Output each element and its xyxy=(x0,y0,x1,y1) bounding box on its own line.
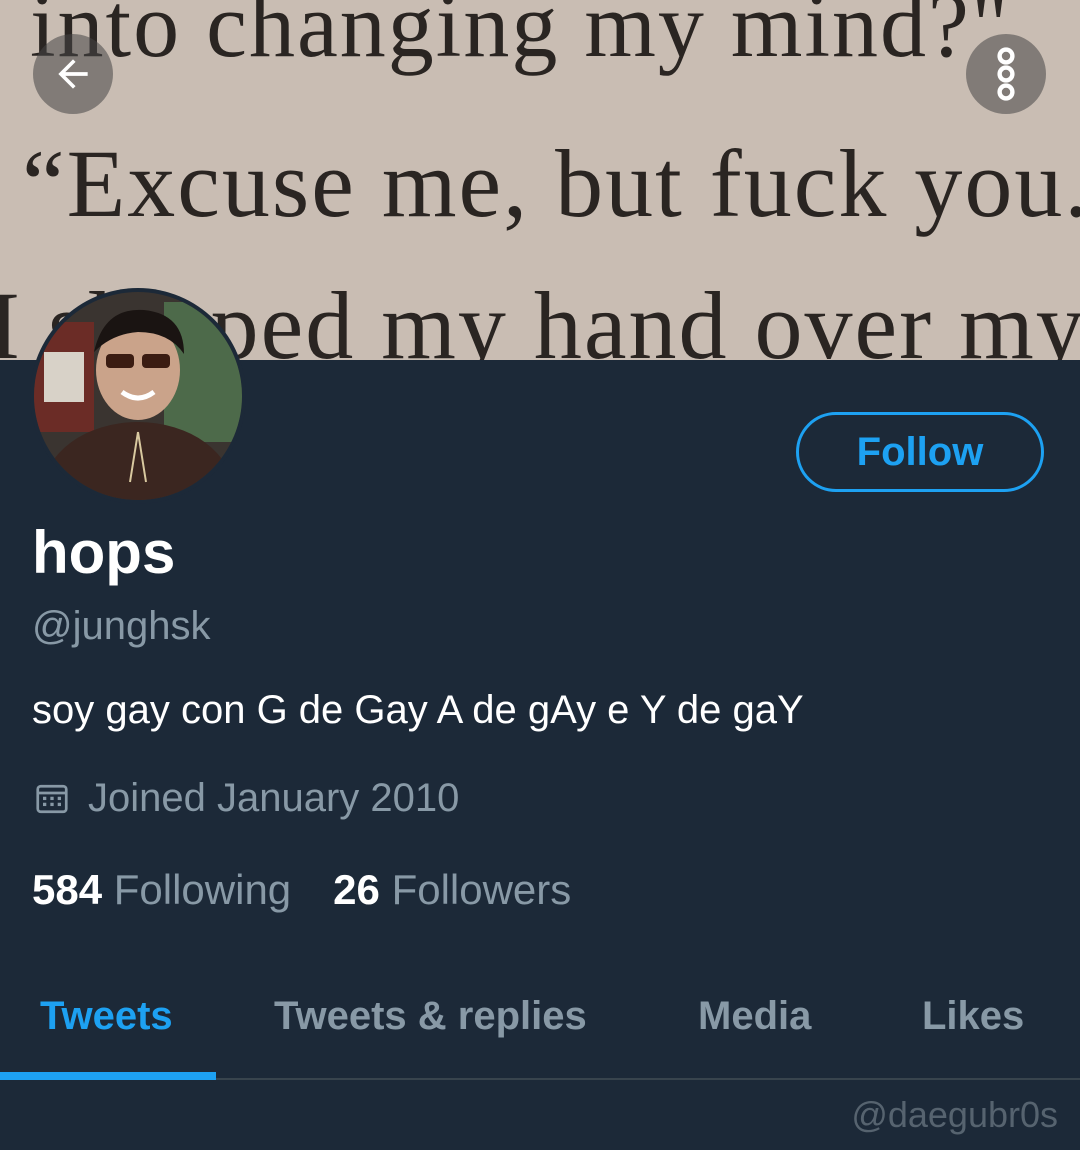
banner-text-line: into changing my mind?" xyxy=(30,0,1011,76)
back-button[interactable] xyxy=(33,34,113,114)
profile-stats: 584 Following 26 Followers xyxy=(32,866,571,914)
following-label: Following xyxy=(113,866,292,913)
followers-label: Followers xyxy=(391,866,572,913)
tab-likes[interactable]: Likes xyxy=(922,994,1024,1039)
tab-tweets[interactable]: Tweets xyxy=(40,994,173,1039)
joined-date: Joined January 2010 xyxy=(34,776,459,821)
active-tab-indicator xyxy=(0,1072,216,1080)
joined-text: Joined January 2010 xyxy=(88,776,460,820)
followers-link[interactable]: 26 Followers xyxy=(333,866,571,914)
avatar[interactable] xyxy=(30,288,246,504)
tab-media[interactable]: Media xyxy=(698,994,811,1039)
watermark: @daegubr0s xyxy=(851,1094,1058,1135)
calendar-icon xyxy=(36,784,68,813)
profile-bio: soy gay con G de Gay A de gAy e Y de gaY xyxy=(32,688,804,732)
more-vertical-icon xyxy=(997,47,1015,101)
follow-button[interactable]: Follow xyxy=(796,412,1044,492)
display-name: hops xyxy=(32,519,176,586)
user-handle: @junghsk xyxy=(32,604,211,648)
arrow-left-icon xyxy=(58,59,88,89)
following-count: 584 xyxy=(32,866,103,913)
following-link[interactable]: 584 Following xyxy=(32,866,291,914)
tab-tweets-replies[interactable]: Tweets & replies xyxy=(274,994,587,1039)
followers-count: 26 xyxy=(333,866,380,913)
more-options-button[interactable] xyxy=(966,34,1046,114)
profile-tabs: Tweets Tweets & replies Media Likes xyxy=(0,970,1080,1080)
avatar-photo xyxy=(34,292,242,500)
banner-text-line: “Excuse me, but fuck you.” xyxy=(22,130,1080,237)
